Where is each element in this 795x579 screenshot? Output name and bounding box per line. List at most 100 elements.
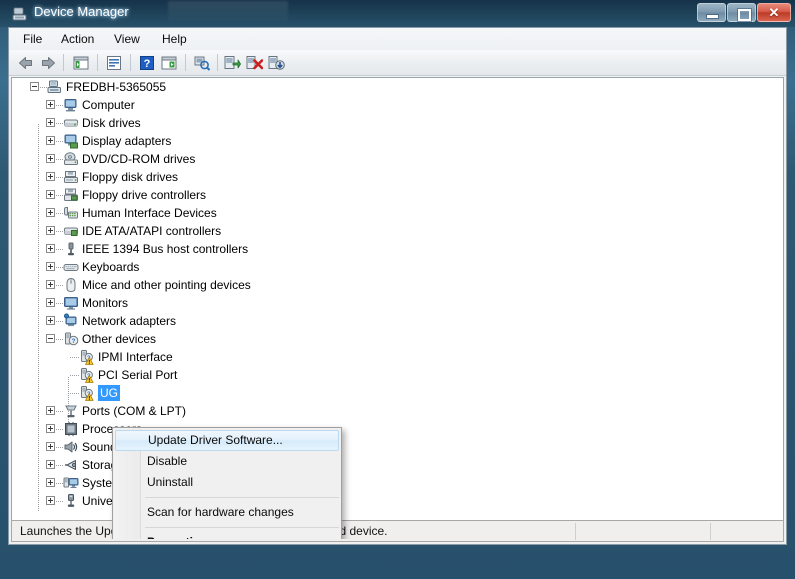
menu-action[interactable]: Action (55, 31, 100, 47)
menu-item-uninstall[interactable]: Uninstall (115, 472, 339, 493)
expander-icon[interactable] (46, 334, 55, 343)
expander-icon[interactable] (46, 244, 55, 253)
tree-connector (56, 159, 63, 160)
unknown-device-warning-icon: ? (79, 349, 95, 365)
tree-node-label: IPMI Interface (98, 350, 173, 364)
tree-node-label: DVD/CD-ROM drives (82, 152, 196, 166)
expander-icon[interactable] (46, 118, 55, 127)
tree-row[interactable]: Computer (12, 96, 783, 114)
menu-item-properties[interactable]: Properties (115, 532, 339, 539)
menu-item-disable[interactable]: Disable (115, 451, 339, 472)
tree-row[interactable]: Mice and other pointing devices (12, 276, 783, 294)
disable-icon[interactable] (267, 54, 285, 72)
tree-node-label: Mice and other pointing devices (82, 278, 251, 292)
disk-drive-icon (63, 115, 79, 131)
help-icon[interactable]: ? (138, 54, 156, 72)
expander-icon[interactable] (46, 316, 55, 325)
show-hidden-devices-icon[interactable] (160, 54, 178, 72)
expander-icon[interactable] (46, 262, 55, 271)
close-button[interactable]: ✕ (757, 3, 791, 22)
minimize-button[interactable] (697, 3, 726, 22)
tree-row[interactable]: IEEE 1394 Bus host controllers (12, 240, 783, 258)
tree-connector (56, 105, 63, 106)
ports-icon (63, 403, 79, 419)
tree-row[interactable]: ? IPMI Interface (12, 348, 783, 366)
scan-for-hardware-changes-icon[interactable] (193, 54, 211, 72)
back-icon[interactable] (17, 54, 35, 72)
expander-icon[interactable] (46, 496, 55, 505)
forward-icon[interactable] (39, 54, 57, 72)
tree-row[interactable]: Human Interface Devices (12, 204, 783, 222)
tree-connector (40, 87, 47, 88)
tree-row[interactable]: Floppy drive controllers (12, 186, 783, 204)
expander-icon[interactable] (46, 280, 55, 289)
expander-icon[interactable] (46, 190, 55, 199)
tree-row[interactable]: Display adapters (12, 132, 783, 150)
tree-node-label-selected: UG (98, 385, 120, 401)
floppy-controller-icon (63, 187, 79, 203)
expander-icon[interactable] (46, 298, 55, 307)
monitor-icon (63, 295, 79, 311)
properties-icon[interactable] (105, 54, 123, 72)
uninstall-icon[interactable] (245, 54, 264, 72)
tree-row[interactable]: Keyboards (12, 258, 783, 276)
tree-connector (56, 465, 63, 466)
tree-node-label: IDE ATA/ATAPI controllers (82, 224, 222, 238)
tree-row[interactable]: IDE ATA/ATAPI controllers (12, 222, 783, 240)
expander-icon[interactable] (46, 172, 55, 181)
menu-help[interactable]: Help (156, 31, 193, 47)
tree-row[interactable]: Floppy disk drives (12, 168, 783, 186)
usb-icon (63, 493, 79, 509)
device-tree[interactable]: FREDBH-5365055 Computer Disk drives Disp… (11, 77, 784, 540)
tree-row[interactable]: FREDBH-5365055 (12, 78, 783, 96)
expander-icon[interactable] (46, 442, 55, 451)
tree-connector (56, 303, 63, 304)
menu-file[interactable]: File (17, 31, 48, 47)
tree-row[interactable]: Ports (COM & LPT) (12, 402, 783, 420)
expander-icon[interactable] (30, 82, 39, 91)
menu-view[interactable]: View (108, 31, 146, 47)
unknown-device-warning-icon: ? (79, 385, 95, 401)
svg-text:?: ? (144, 58, 151, 70)
expander-icon[interactable] (46, 136, 55, 145)
expander-icon[interactable] (46, 406, 55, 415)
tree-row[interactable]: ? PCI Serial Port (12, 366, 783, 384)
expander-icon[interactable] (46, 478, 55, 487)
tree-row[interactable]: DVD/CD-ROM drives (12, 150, 783, 168)
tree-node-label: Display adapters (82, 134, 172, 148)
expander-icon[interactable] (46, 460, 55, 469)
titlebar-reflection (168, 1, 288, 25)
menu-item-scan-for-hardware-changes[interactable]: Scan for hardware changes (115, 502, 339, 523)
expander-icon[interactable] (46, 100, 55, 109)
keyboard-icon (63, 259, 79, 275)
expander-icon[interactable] (46, 208, 55, 217)
unknown-device-warning-icon: ? (79, 367, 95, 383)
tree-row[interactable]: Monitors (12, 294, 783, 312)
tree-row[interactable]: Network adapters (12, 312, 783, 330)
tree-connector (70, 393, 79, 394)
dvd-drive-icon (63, 151, 79, 167)
storage-controller-icon (63, 457, 79, 473)
context-menu[interactable]: Update Driver Software... Disable Uninst… (112, 427, 342, 539)
expander-icon[interactable] (46, 226, 55, 235)
menu-separator (145, 527, 339, 528)
tree-row-selected[interactable]: ? UG (12, 384, 783, 402)
tree-node-label: Computer (82, 98, 135, 112)
expander-icon[interactable] (46, 424, 55, 433)
tree-connector (56, 195, 63, 196)
tree-node-label: Network adapters (82, 314, 177, 328)
maximize-button[interactable] (727, 3, 756, 22)
tree-connector (56, 231, 63, 232)
tree-row[interactable]: Disk drives (12, 114, 783, 132)
device-manager-icon (12, 6, 28, 22)
tree-node-label: Human Interface Devices (82, 206, 217, 220)
tree-connector (56, 447, 63, 448)
expander-icon[interactable] (46, 154, 55, 163)
show-console-tree-icon[interactable] (72, 54, 90, 72)
tree-connector (56, 501, 63, 502)
tree-row[interactable]: ? Other devices (12, 330, 783, 348)
update-driver-software-icon[interactable] (223, 54, 241, 72)
tree-node-label: Other devices (82, 332, 157, 346)
menu-item-update-driver-software[interactable]: Update Driver Software... (115, 430, 339, 451)
display-adapter-icon (63, 133, 79, 149)
